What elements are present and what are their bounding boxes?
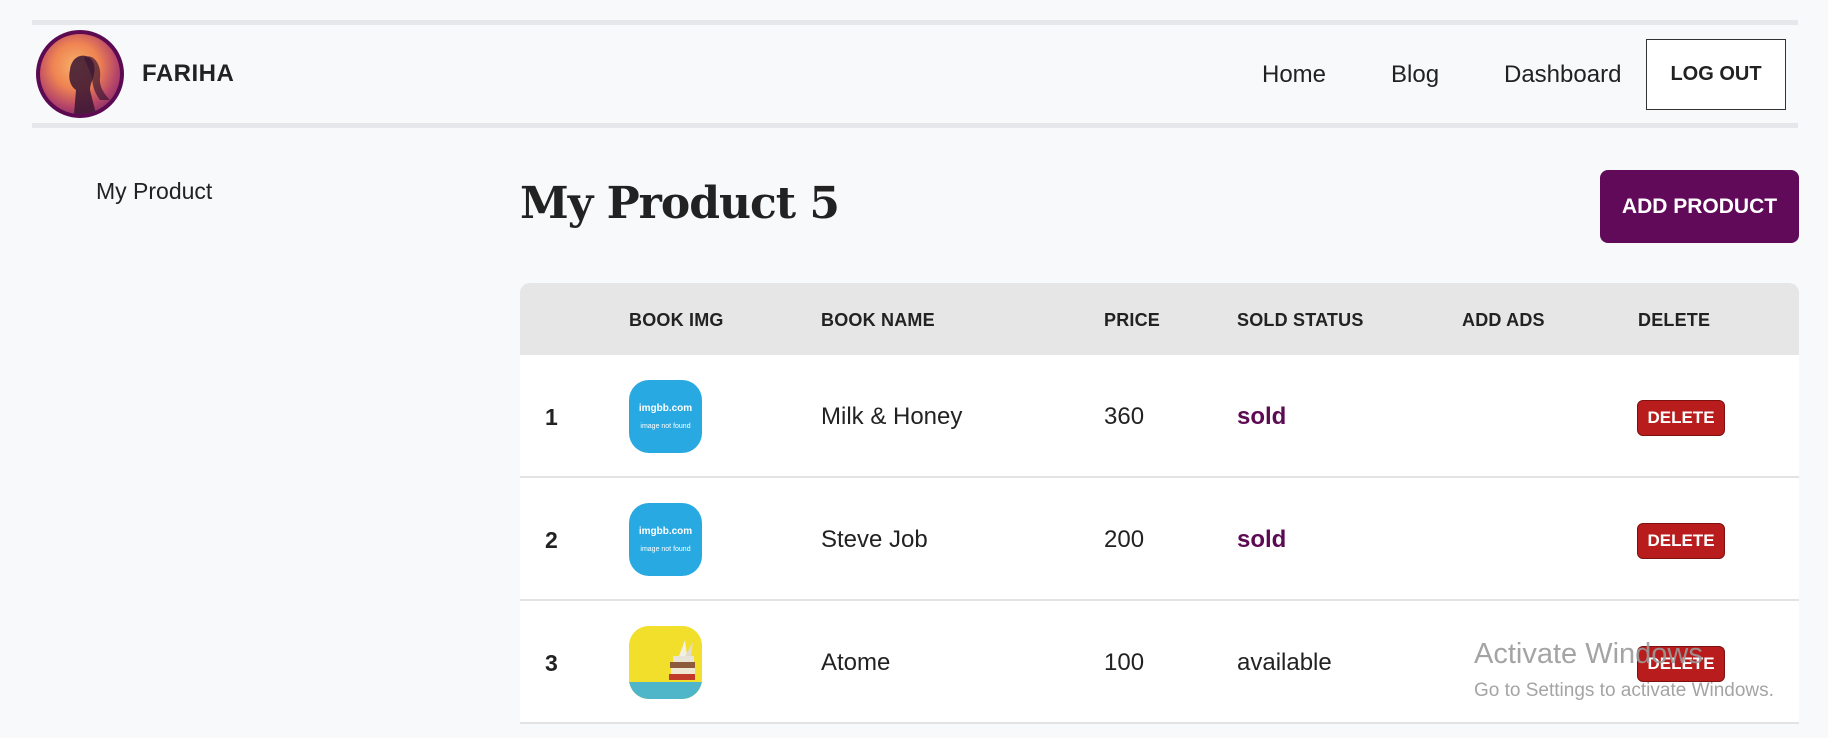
header-book-name: BOOK NAME [821,310,935,330]
book-name: Atome [821,649,891,676]
header-add-ads: ADD ADS [1462,310,1545,330]
sold-status: sold [1237,403,1287,430]
navbar-bottom-border [32,123,1798,128]
book-name: Milk & Honey [821,403,963,430]
delete-button[interactable]: DELETE [1637,400,1725,436]
activate-windows-subtitle: Go to Settings to activate Windows. [1474,680,1774,701]
add-product-button[interactable]: ADD PRODUCT [1600,170,1799,243]
book-price: 100 [1104,649,1145,676]
image-placeholder-title: imgbb.com [638,525,693,537]
header-book-img: BOOK IMG [629,310,724,330]
image-placeholder-title: imgbb.com [638,402,693,414]
book-name: Steve Job [821,526,928,553]
nav-dashboard-link[interactable]: Dashboard [1504,61,1621,89]
activate-windows-title: Activate Windows [1474,638,1703,670]
book-image: imgbb.com image not found [629,380,702,453]
book-image [629,626,702,699]
brand-name: FARIHA [142,60,235,87]
logout-button[interactable]: LOG OUT [1646,39,1786,110]
table-row: 2 imgbb.com image not found Steve Job 20… [520,478,1799,601]
sidebar-item-my-product[interactable]: My Product [96,178,212,205]
row-index: 2 [545,527,558,553]
book-image: imgbb.com image not found [629,503,702,576]
book-price: 360 [1104,403,1145,430]
navbar-top-border [32,20,1798,25]
image-placeholder-subtitle: image not found [640,422,691,430]
sold-status: available [1237,649,1332,676]
table-row: 1 imgbb.com image not found Milk & Honey… [520,355,1799,478]
header-delete: DELETE [1638,310,1711,330]
sold-status: sold [1237,526,1287,553]
delete-button[interactable]: DELETE [1637,523,1725,559]
header-price: PRICE [1104,310,1161,330]
row-index: 3 [545,650,558,676]
row-index: 1 [545,404,558,430]
page-title: My Product 5 [520,178,840,229]
avatar[interactable] [36,30,124,118]
header-sold-status: SOLD STATUS [1237,310,1364,330]
image-placeholder-subtitle: image not found [640,545,691,553]
table-header: BOOK IMG BOOK NAME PRICE SOLD STATUS ADD… [520,283,1799,355]
nav-blog-link[interactable]: Blog [1391,61,1439,89]
book-price: 200 [1104,526,1145,553]
page-edge [1828,0,1847,738]
nav-home-link[interactable]: Home [1262,61,1326,89]
